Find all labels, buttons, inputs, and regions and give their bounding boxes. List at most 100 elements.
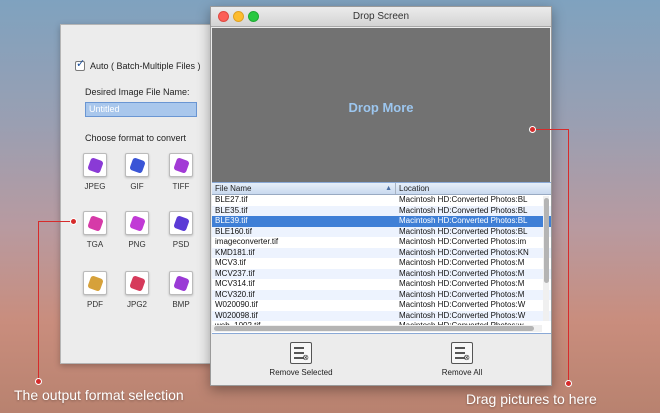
- file-name-cell: imageconverter.tif: [215, 237, 279, 246]
- location-cell: Macintosh HD:Converted Photos:W: [399, 310, 526, 320]
- format-png-button[interactable]: PNG: [117, 211, 157, 249]
- left-annotation-dot: [70, 218, 77, 225]
- table-row[interactable]: MCV3.tif Macintosh HD:Converted Photos:M: [212, 258, 551, 269]
- sort-ascending-icon: ▲: [385, 185, 392, 192]
- format-label: JPG2: [126, 300, 147, 309]
- choose-format-label: Choose format to convert: [85, 133, 187, 143]
- table-row[interactable]: MCV237.tif Macintosh HD:Converted Photos:…: [212, 268, 551, 279]
- table-header: File Name ▲ Location: [212, 183, 551, 195]
- jpeg-file-icon: [83, 153, 107, 177]
- location-cell: Macintosh HD:Converted Photos:M: [399, 268, 525, 278]
- tiff-file-icon: [169, 153, 193, 177]
- location-cell: Macintosh HD:Converted Photos:BL: [399, 205, 528, 215]
- remove-all-button[interactable]: ⊗ Remove All: [417, 342, 507, 377]
- file-name-cell: MCV3.tif: [215, 258, 246, 267]
- vertical-scrollbar[interactable]: [543, 196, 549, 321]
- location-cell: Macintosh HD:Converted Photos:KN: [399, 247, 529, 257]
- location-cell: Macintosh HD:Converted Photos:M: [399, 279, 525, 288]
- left-annotation-line: [38, 221, 39, 381]
- auto-batch-row[interactable]: ✓ Auto ( Batch-Multiple Files ): [75, 58, 201, 71]
- format-pdf-button[interactable]: PDF: [75, 271, 115, 309]
- file-name-cell: BLE35.tif: [215, 205, 248, 215]
- location-cell: Macintosh HD:Converted Photos:BL: [399, 216, 528, 225]
- table-rows: BLE27.tif Macintosh HD:Converted Photos:B…: [212, 195, 551, 332]
- scroll-thumb[interactable]: [544, 198, 549, 283]
- drop-screen-window: Drop Screen Drop More File Name ▲ Locati…: [210, 6, 552, 386]
- table-row[interactable]: W020090.tif Macintosh HD:Converted Photos…: [212, 300, 551, 311]
- format-jpg2-button[interactable]: JPG2: [117, 271, 157, 309]
- table-row[interactable]: BLE160.tif Macintosh HD:Converted Photos:…: [212, 226, 551, 237]
- jpg2-file-icon: [125, 271, 149, 295]
- horizontal-scrollbar[interactable]: [212, 325, 542, 332]
- file-name-cell: W020090.tif: [215, 300, 258, 309]
- format-tga-button[interactable]: TGA: [75, 211, 115, 249]
- file-name-cell: BLE160.tif: [215, 226, 252, 236]
- auto-batch-label: Auto ( Batch-Multiple Files ): [90, 61, 201, 71]
- file-name-cell: MCV237.tif: [215, 268, 255, 278]
- pdf-file-icon: [83, 271, 107, 295]
- file-name-cell: W020098.tif: [215, 310, 258, 320]
- table-row[interactable]: BLE35.tif Macintosh HD:Converted Photos:B…: [212, 205, 551, 216]
- bmp-file-icon: [169, 271, 193, 295]
- table-row[interactable]: MCV320.tif Macintosh HD:Converted Photos:…: [212, 289, 551, 300]
- left-annotation-dot: [35, 378, 42, 385]
- window-title: Drop Screen: [352, 11, 410, 22]
- gif-file-icon: [125, 153, 149, 177]
- right-annotation-line: [534, 129, 569, 130]
- table-row[interactable]: BLE39.tif Macintosh HD:Converted Photos:B…: [212, 216, 551, 227]
- format-label: TIFF: [172, 182, 190, 191]
- format-psd-button[interactable]: PSD: [161, 211, 201, 249]
- remove-all-icon: ⊗: [451, 342, 473, 364]
- png-file-icon: [125, 211, 149, 235]
- format-gif-button[interactable]: GIF: [117, 153, 157, 191]
- file-table[interactable]: File Name ▲ Location BLE27.tif Macintosh …: [212, 182, 551, 334]
- drop-more-label: Drop More: [348, 100, 414, 115]
- location-cell: Macintosh HD:Converted Photos:M: [399, 289, 525, 299]
- title-bar[interactable]: Drop Screen: [211, 7, 551, 27]
- column-header-location[interactable]: Location: [396, 183, 551, 194]
- file-name-cell: BLE39.tif: [215, 216, 248, 225]
- desired-name-label: Desired Image File Name:: [85, 87, 190, 97]
- location-cell: Macintosh HD:Converted Photos:M: [399, 258, 525, 267]
- right-annotation-line: [568, 129, 569, 383]
- file-name-cell: BLE27.tif: [215, 195, 248, 204]
- format-label: PDF: [87, 300, 103, 309]
- format-label: JPEG: [84, 182, 106, 191]
- location-cell: Macintosh HD:Converted Photos:BL: [399, 226, 528, 236]
- location-cell: Macintosh HD:Converted Photos:BL: [399, 195, 528, 204]
- table-row[interactable]: W020098.tif Macintosh HD:Converted Photos…: [212, 310, 551, 321]
- table-row[interactable]: KMD181.tif Macintosh HD:Converted Photos:…: [212, 247, 551, 258]
- format-label: PNG: [128, 240, 146, 249]
- format-label: GIF: [130, 182, 144, 191]
- table-row[interactable]: imageconverter.tif Macintosh HD:Converted…: [212, 237, 551, 248]
- format-bmp-button[interactable]: BMP: [161, 271, 201, 309]
- options-panel: ✓ Auto ( Batch-Multiple Files ) Desired …: [60, 24, 212, 364]
- checkmark-icon: ✓: [76, 58, 86, 70]
- file-name-input[interactable]: Untitled: [85, 102, 197, 117]
- remove-all-label: Remove All: [441, 368, 483, 377]
- table-row[interactable]: MCV314.tif Macintosh HD:Converted Photos:…: [212, 279, 551, 290]
- file-name-cell: KMD181.tif: [215, 247, 255, 257]
- file-name-cell: MCV320.tif: [215, 289, 255, 299]
- format-label: TGA: [86, 240, 104, 249]
- scroll-thumb[interactable]: [214, 326, 534, 331]
- format-label: PSD: [172, 240, 190, 249]
- file-name-cell: MCV314.tif: [215, 279, 255, 288]
- auto-batch-checkbox[interactable]: ✓: [75, 58, 85, 71]
- psd-file-icon: [169, 211, 193, 235]
- right-annotation-dot: [529, 126, 536, 133]
- tga-file-icon: [83, 211, 107, 235]
- right-annotation-dot: [565, 380, 572, 387]
- format-jpeg-button[interactable]: JPEG: [75, 153, 115, 191]
- remove-selected-button[interactable]: ⊗ Remove Selected: [256, 342, 346, 377]
- column-header-file-name[interactable]: File Name ▲: [212, 183, 396, 194]
- location-cell: Macintosh HD:Converted Photos:im: [399, 237, 527, 246]
- table-row[interactable]: BLE27.tif Macintosh HD:Converted Photos:B…: [212, 195, 551, 206]
- format-tiff-button[interactable]: TIFF: [161, 153, 201, 191]
- drop-zone[interactable]: Drop More: [212, 28, 550, 184]
- location-cell: Macintosh HD:Converted Photos:W: [399, 300, 526, 309]
- column-header-label: File Name: [215, 184, 252, 193]
- format-label: BMP: [172, 300, 190, 309]
- column-header-label: Location: [399, 184, 430, 193]
- left-caption: The output format selection: [14, 387, 184, 403]
